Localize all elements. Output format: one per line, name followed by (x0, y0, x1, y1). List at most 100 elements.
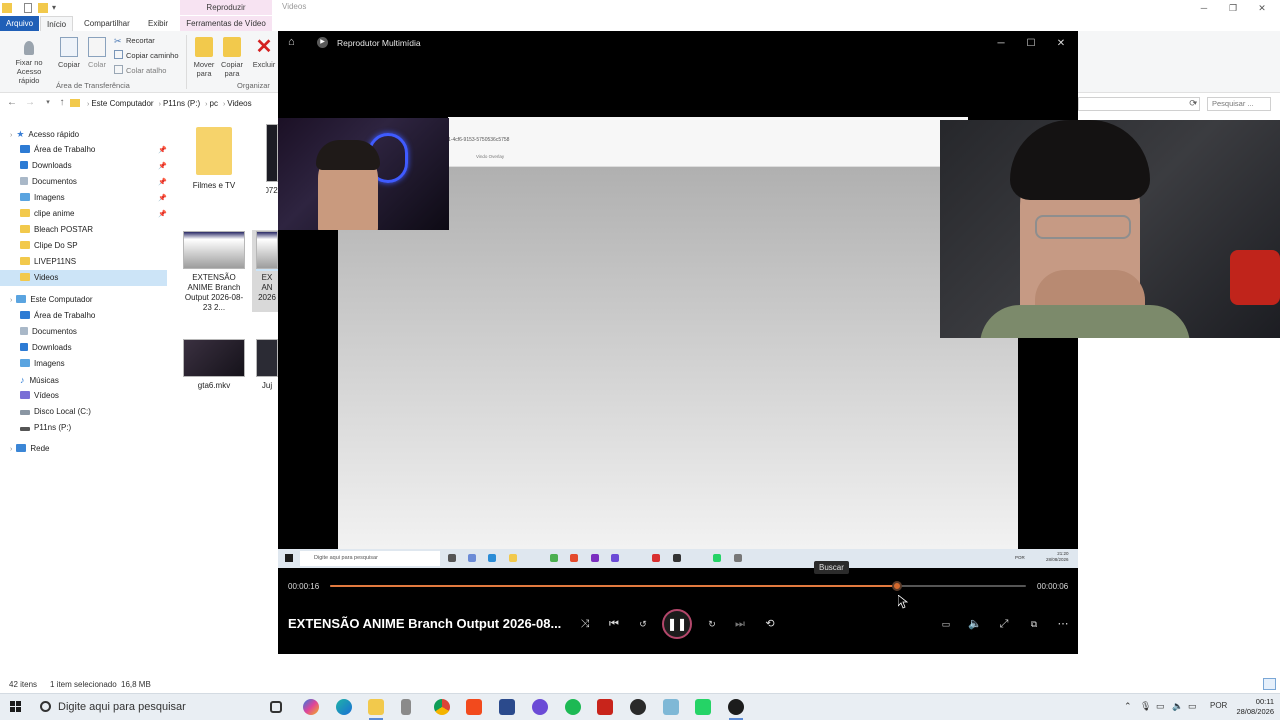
nav-pc-documentos[interactable]: Documentos (20, 324, 77, 340)
nav-item-clipe-anime[interactable]: clipe anime (20, 206, 74, 222)
tab-ferramentas-de-video[interactable]: Ferramentas de Vídeo (180, 16, 272, 31)
close-button[interactable]: ✕ (1255, 1, 1269, 15)
nav-pc-p11ns[interactable]: P11ns (P:) (20, 420, 71, 436)
expand-chevron-icon[interactable]: › (10, 297, 12, 304)
paste-shortcut-button[interactable]: Colar atalho (114, 65, 166, 77)
chevron-up-icon[interactable]: ⌃ (1124, 701, 1132, 712)
discord-icon[interactable] (532, 699, 548, 715)
nav-item-livep11ns[interactable]: LIVEP11NS (20, 254, 76, 270)
file-item[interactable]: EXTENSÃO ANIME Branch Output 2026-08-23 … (181, 231, 247, 313)
nav-quick-access[interactable]: › ★ Acesso rápido (0, 126, 79, 142)
edge-icon[interactable] (336, 699, 352, 715)
refresh-icon[interactable]: ⟳ (1187, 97, 1199, 109)
tray-app-icon[interactable]: ▭ (1188, 701, 1197, 712)
nav-pc-area-de-trabalho[interactable]: Área de Trabalho (20, 308, 95, 324)
nav-pc-downloads[interactable]: Downloads (20, 340, 72, 356)
forward-30-icon[interactable]: ↻ (704, 616, 720, 632)
pin-icon[interactable]: 📌 (158, 162, 167, 170)
copy-to-button[interactable]: Copiar para (217, 35, 247, 78)
restore-button[interactable]: ❐ (1226, 1, 1240, 15)
volume-icon[interactable]: 🔈 (1172, 701, 1183, 712)
forward-arrow-icon[interactable]: → (24, 97, 36, 109)
breadcrumb-item[interactable]: Este Computador (91, 99, 153, 108)
microphone-icon[interactable]: 🎙 (1140, 701, 1151, 712)
expand-chevron-icon[interactable]: › (10, 132, 12, 139)
tab-inicio[interactable]: Início (40, 16, 74, 31)
maximize-button[interactable]: ☐ (1024, 37, 1038, 51)
chrome-icon[interactable] (434, 699, 450, 715)
file-item[interactable]: 072 (266, 124, 278, 196)
seek-bar-handle[interactable] (892, 581, 903, 591)
copy-path-button[interactable]: Copiar caminho (114, 50, 179, 62)
shuffle-icon[interactable]: ⤨ (577, 616, 593, 632)
file-item[interactable]: gta6.mkv (181, 339, 247, 391)
notepad-icon[interactable] (663, 699, 679, 715)
recent-chevron-icon[interactable]: ▾ (42, 97, 54, 109)
pinned-app-icon[interactable] (401, 699, 411, 715)
file-item[interactable]: Juj (256, 339, 278, 391)
file-explorer-icon[interactable] (368, 699, 384, 715)
nav-item-clipe-do-sp[interactable]: Clipe Do SP (20, 238, 78, 254)
nav-item-area-de-trabalho[interactable]: Área de Trabalho (20, 142, 95, 158)
media-player-icon[interactable] (728, 699, 744, 715)
pin-icon[interactable]: 📌 (158, 146, 167, 154)
subtitles-icon[interactable]: ▭ (938, 616, 954, 632)
start-button[interactable] (10, 701, 22, 713)
previous-icon[interactable]: ⏮ (606, 616, 622, 632)
file-item-selected[interactable]: EX AN 2026 (256, 231, 278, 303)
chevron-down-icon[interactable]: ▾ (52, 3, 62, 13)
expand-chevron-icon[interactable]: › (10, 446, 12, 453)
rewind-10-icon[interactable]: ↺ (635, 616, 651, 632)
new-folder-icon[interactable] (38, 3, 48, 13)
tab-compartilhar[interactable]: Compartilhar (78, 16, 136, 31)
task-view-icon[interactable] (270, 701, 282, 713)
language-indicator[interactable]: POR (1210, 701, 1227, 710)
pin-icon[interactable]: 📌 (158, 194, 167, 202)
nav-item-videos[interactable]: Videos (0, 270, 167, 286)
nav-pc-disco-local[interactable]: Disco Local (C:) (20, 404, 91, 420)
breadcrumb-item[interactable]: P11ns (P:) (163, 99, 200, 108)
up-arrow-icon[interactable]: ↑ (56, 97, 68, 109)
nav-item-downloads[interactable]: Downloads (20, 158, 72, 174)
delete-button[interactable]: ✕ Excluir (250, 35, 278, 69)
paste-button[interactable]: Colar (82, 35, 112, 69)
minimize-button[interactable]: ─ (994, 37, 1008, 51)
pin-icon[interactable]: 📌 (158, 210, 167, 218)
pause-button[interactable]: ❚❚ (662, 609, 692, 639)
whatsapp-icon[interactable] (695, 699, 711, 715)
volume-icon[interactable]: 🔈 (967, 616, 983, 632)
nav-item-bleach-postar[interactable]: Bleach POSTAR (20, 222, 93, 238)
tab-exibir[interactable]: Exibir (142, 16, 174, 31)
more-options-icon[interactable]: ⋯ (1055, 616, 1071, 632)
copy-button[interactable]: Copiar (54, 35, 84, 69)
breadcrumb-item[interactable]: pc (210, 99, 218, 108)
taskbar-clock[interactable]: 00:11 28/08/2026 (1232, 697, 1274, 717)
repeat-off-icon[interactable]: ⟲ (762, 616, 778, 632)
voicemeeter-icon[interactable] (597, 699, 613, 715)
seek-bar[interactable] (330, 581, 1026, 591)
details-view-icon[interactable] (1263, 678, 1276, 690)
minimize-button[interactable]: ─ (1197, 1, 1211, 15)
nav-rede[interactable]: › Rede (0, 441, 49, 457)
home-icon[interactable]: ⌂ (288, 36, 295, 48)
search-input[interactable]: Pesquisar ... (1207, 97, 1271, 111)
next-icon[interactable]: ⏭ (732, 616, 748, 632)
pin-icon[interactable]: 📌 (158, 178, 167, 186)
move-to-button[interactable]: Mover para (189, 35, 219, 78)
address-field-end[interactable]: ▾ (1078, 97, 1200, 111)
tab-arquivo[interactable]: Arquivo (0, 16, 40, 31)
nav-pc-videos[interactable]: Vídeos (20, 388, 59, 404)
nav-pc-musicas[interactable]: ♪ Músicas (20, 372, 59, 388)
taskbar-search[interactable]: Digite aqui para pesquisar (30, 694, 260, 720)
breadcrumb[interactable]: › Este Computador › P11ns (P:) › pc › Videos (70, 95, 280, 113)
brave-icon[interactable] (466, 699, 482, 715)
spotify-icon[interactable] (565, 699, 581, 715)
network-icon[interactable]: ▭ (1156, 701, 1165, 712)
obs-icon[interactable] (630, 699, 646, 715)
nav-item-imagens[interactable]: Imagens (20, 190, 65, 206)
nav-item-documentos[interactable]: Documentos (20, 174, 77, 190)
nav-pc-imagens[interactable]: Imagens (20, 356, 65, 372)
file-item[interactable]: Filmes e TV (181, 127, 247, 191)
properties-icon[interactable] (24, 3, 32, 13)
mini-player-icon[interactable]: ⧉ (1026, 616, 1042, 632)
